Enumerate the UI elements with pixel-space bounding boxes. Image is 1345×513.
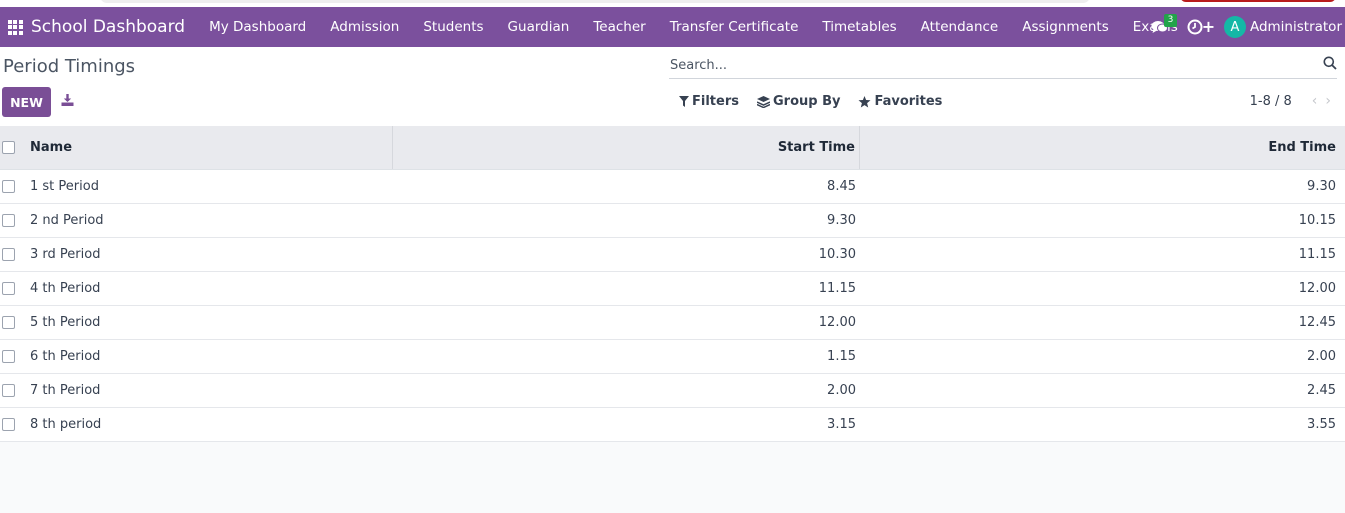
cell-name: 5 th Period: [30, 315, 101, 330]
cell-start-time: 2.00: [827, 383, 856, 398]
menu-item-transfer-certificate[interactable]: Transfer Certificate: [658, 7, 811, 47]
apps-grid-icon[interactable]: [0, 7, 30, 47]
top-strip-accent: [1180, 0, 1336, 2]
pager: 1-8 / 8 ‹ ›: [1250, 93, 1331, 109]
table-row[interactable]: 6 th Period 1.15 2.00: [0, 340, 1345, 374]
chat-bubbles-icon[interactable]: 3: [1146, 7, 1177, 47]
pager-value[interactable]: 1-8 / 8: [1250, 94, 1292, 109]
menu-item-students[interactable]: Students: [411, 7, 495, 47]
menu-item-guardian[interactable]: Guardian: [496, 7, 582, 47]
groupby-toggle[interactable]: Group By: [756, 94, 841, 109]
cell-end-time: 2.00: [1307, 349, 1336, 364]
filters-toggle[interactable]: Filters: [679, 94, 739, 109]
cell-end-time: 2.45: [1307, 383, 1336, 398]
row-checkbox[interactable]: [2, 282, 15, 295]
table-row[interactable]: 5 th Period 12.00 12.45: [0, 306, 1345, 340]
pager-next-button[interactable]: ›: [1325, 93, 1331, 109]
new-button[interactable]: NEW: [2, 87, 51, 117]
download-icon[interactable]: [61, 94, 74, 110]
search-options: Filters Group By Favorites: [679, 94, 960, 109]
cell-start-time: 12.00: [818, 315, 856, 330]
star-icon: [858, 95, 871, 107]
cell-name: 4 th Period: [30, 281, 101, 296]
row-checkbox[interactable]: [2, 316, 15, 329]
menu-item-teacher[interactable]: Teacher: [581, 7, 657, 47]
cell-start-time: 8.45: [827, 179, 856, 194]
row-checkbox[interactable]: [2, 214, 15, 227]
menu-item-assignments[interactable]: Assignments: [1010, 7, 1121, 47]
row-checkbox[interactable]: [2, 248, 15, 261]
favorites-toggle[interactable]: Favorites: [858, 94, 942, 109]
navbar-right: 3 A Administrator: [1146, 7, 1345, 47]
cell-name: 6 th Period: [30, 349, 101, 364]
table-row[interactable]: 8 th period 3.15 3.55: [0, 408, 1345, 442]
table-row[interactable]: 2 nd Period 9.30 10.15: [0, 204, 1345, 238]
filters-label: Filters: [692, 94, 739, 109]
row-select-cell: [0, 170, 26, 203]
page-title: Period Timings: [3, 56, 136, 77]
select-all-checkbox[interactable]: [2, 141, 15, 154]
clock-icon[interactable]: [1178, 7, 1212, 47]
cell-start-time: 9.30: [827, 213, 856, 228]
avatar[interactable]: A: [1223, 16, 1246, 38]
column-header-end-time[interactable]: End Time: [860, 126, 1345, 169]
list-table: Name Start Time End Time 1 st Period 8.4…: [0, 126, 1345, 442]
select-all-cell: [0, 126, 26, 169]
table-row[interactable]: 1 st Period 8.45 9.30: [0, 170, 1345, 204]
browser-top-strip: [0, 0, 1345, 7]
control-panel: Period Timings NEW Filters: [0, 47, 1345, 126]
cell-name: 8 th period: [30, 417, 102, 432]
app-brand[interactable]: School Dashboard: [30, 17, 197, 37]
cell-start-time: 3.15: [827, 417, 856, 432]
row-select-cell: [0, 374, 26, 407]
cell-start-time: 11.15: [818, 281, 856, 296]
user-menu[interactable]: Administrator: [1246, 19, 1345, 35]
cell-end-time: 12.00: [1298, 281, 1336, 296]
chat-badge: 3: [1163, 14, 1177, 27]
cell-name: 1 st Period: [30, 179, 99, 194]
pager-previous-button[interactable]: ‹: [1312, 93, 1318, 109]
cell-end-time: 3.55: [1307, 417, 1336, 432]
table-header: Name Start Time End Time: [0, 126, 1345, 170]
cell-end-time: 9.30: [1307, 179, 1336, 194]
cell-end-time: 12.45: [1298, 315, 1336, 330]
filter-icon: [679, 96, 689, 107]
top-strip-pill: [100, 0, 1090, 3]
layers-icon: [756, 95, 770, 108]
row-select-cell: [0, 238, 26, 271]
main-menu: My Dashboard Admission Students Guardian…: [197, 7, 1227, 47]
table-row[interactable]: 4 th Period 11.15 12.00: [0, 272, 1345, 306]
cell-end-time: 11.15: [1298, 247, 1336, 262]
row-checkbox[interactable]: [2, 418, 15, 431]
menu-item-my-dashboard[interactable]: My Dashboard: [197, 7, 318, 47]
favorites-label: Favorites: [874, 94, 943, 109]
row-checkbox[interactable]: [2, 384, 15, 397]
cell-start-time: 10.30: [818, 247, 856, 262]
row-select-cell: [0, 272, 26, 305]
row-checkbox[interactable]: [2, 350, 15, 363]
row-select-cell: [0, 306, 26, 339]
table-row[interactable]: 3 rd Period 10.30 11.15: [0, 238, 1345, 272]
menu-item-timetables[interactable]: Timetables: [810, 7, 908, 47]
column-header-start-time[interactable]: Start Time: [393, 126, 860, 169]
top-navbar: School Dashboard My Dashboard Admission …: [0, 7, 1345, 47]
groupby-label: Group By: [772, 94, 841, 109]
search-icon[interactable]: [1323, 56, 1337, 74]
search-input[interactable]: [669, 52, 1299, 78]
cell-end-time: 10.15: [1298, 213, 1336, 228]
row-checkbox[interactable]: [2, 180, 15, 193]
cell-name: 3 rd Period: [30, 247, 101, 262]
row-select-cell: [0, 204, 26, 237]
cell-name: 7 th Period: [30, 383, 101, 398]
search-bar: [669, 52, 1337, 79]
menu-item-attendance[interactable]: Attendance: [909, 7, 1011, 47]
table-row[interactable]: 7 th Period 2.00 2.45: [0, 374, 1345, 408]
cell-name: 2 nd Period: [30, 213, 104, 228]
cell-start-time: 1.15: [827, 349, 856, 364]
menu-item-admission[interactable]: Admission: [318, 7, 411, 47]
row-select-cell: [0, 340, 26, 373]
column-header-name[interactable]: Name: [26, 126, 393, 169]
row-select-cell: [0, 408, 26, 441]
